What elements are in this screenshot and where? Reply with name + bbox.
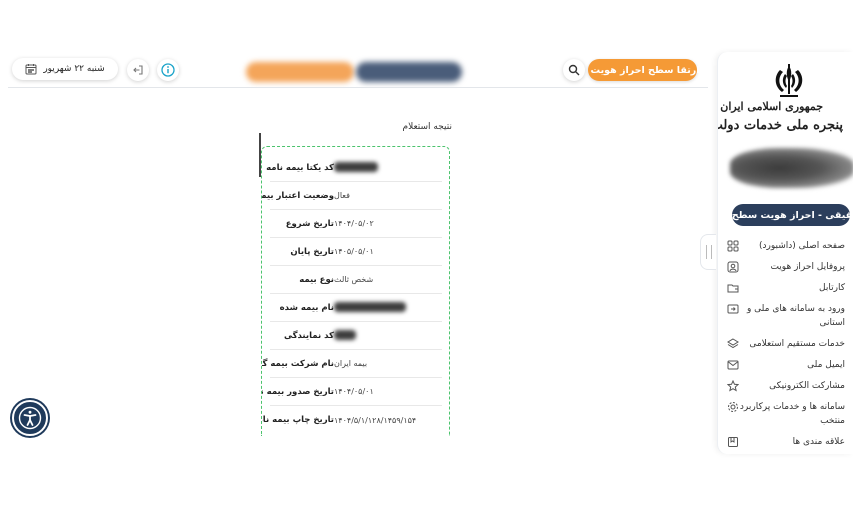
redacted-value — [334, 329, 356, 340]
profile-icon — [727, 261, 739, 273]
row-key: نام بیمه شده — [279, 302, 334, 313]
row-value — [334, 161, 388, 174]
sidebar-item-label: سامانه ها و خدمات پرکاربرد منتخب — [739, 402, 845, 426]
table-row: کد نمایندگی — [270, 322, 442, 350]
user-name-redacted — [730, 148, 853, 188]
date-text: شنبه ۲۲ شهریور — [43, 64, 105, 74]
sidebar-item-national-email[interactable]: ایمیل ملی — [718, 358, 853, 372]
star-icon — [727, 380, 739, 392]
table-row: تاریخ چاپ بیمه نامه ۱۴۰۴/۵/۱/۱۲۸/۱۴۵۹/۱۵… — [262, 406, 442, 434]
brand-title-line1: جمهوری اسلامی ایران — [720, 100, 823, 113]
topbar-divider — [8, 87, 708, 88]
sidebar-item-inbox[interactable]: کارتابل — [718, 281, 853, 295]
search-button[interactable] — [563, 59, 585, 81]
dashboard-icon — [727, 240, 739, 252]
iran-emblem-icon — [775, 64, 803, 97]
result-title: نتیجه استعلام — [402, 122, 452, 132]
inquiry-result-box: کد یکتا بیمه نامه وضعیت اعتبار بیمه نامه… — [261, 146, 450, 436]
row-key: نام شرکت بیمه گر — [261, 358, 334, 369]
upgrade-label: ارتقا سطح احراز هویت — [590, 64, 700, 76]
logout-button[interactable] — [127, 59, 149, 81]
sidebar-item-label: مشارکت الکترونیکی — [769, 381, 845, 391]
table-row: نام بیمه شده — [270, 294, 442, 322]
sidebar-item-label: ایمیل ملی — [807, 360, 845, 370]
identity-level-badge[interactable]: حقیقی - احراز هویت سطح ۲ — [723, 204, 853, 226]
search-icon — [568, 64, 580, 76]
sidebar-item-label: کارتابل — [819, 283, 845, 293]
row-value — [334, 301, 416, 314]
calendar-icon — [25, 64, 37, 75]
sidebar-item-e-participation[interactable]: مشارکت الکترونیکی — [718, 379, 853, 393]
sidebar-item-label: خدمات مستقیم استعلامی — [749, 339, 845, 349]
sidebar-collapse-handle[interactable] — [700, 234, 716, 270]
row-value: ۱۴۰۴/۵/۱/۱۲۸/۱۴۵۹/۱۵۴ — [334, 415, 417, 425]
sidebar-item-popular-services[interactable]: سامانه ها و خدمات پرکاربرد منتخب — [718, 400, 853, 428]
upgrade-identity-level-button[interactable]: ارتقا سطح احراز هویت — [588, 59, 700, 81]
blurred-element — [356, 62, 462, 82]
table-row: تاریخ پایان ۱۴۰۵/۰۵/۰۱ — [270, 238, 442, 266]
blurred-element — [246, 62, 354, 82]
row-key: تاریخ چاپ بیمه نامه — [262, 415, 334, 425]
bookmark-icon — [728, 437, 738, 447]
table-row: نام شرکت بیمه گر بیمه ایران — [261, 350, 442, 378]
sidebar-item-inquiry-services[interactable]: خدمات مستقیم استعلامی — [718, 337, 853, 351]
sidebar-item-dashboard[interactable]: صفحه اصلی (داشبورد) — [718, 239, 853, 253]
table-row: تاریخ شروع ۱۴۰۴/۰۵/۰۲ — [270, 210, 442, 238]
sidebar-item-label: پروفایل احراز هویت — [770, 262, 845, 272]
redacted-value — [334, 161, 378, 172]
sidebar-item-label: علاقه مندی ها — [792, 437, 845, 447]
row-value: ۱۴۰۴/۰۵/۰۲ — [334, 219, 374, 228]
brand-title-line2: پنجره ملی خدمات دولت هوشمند — [718, 118, 843, 133]
date-display: شنبه ۲۲ شهریور — [12, 58, 118, 80]
accessibility-icon — [18, 406, 42, 430]
row-key: وضعیت اعتبار بیمه نامه — [261, 190, 334, 201]
email-icon — [727, 360, 739, 370]
logout-icon — [133, 65, 143, 75]
table-row: کد یکتا بیمه نامه — [266, 154, 442, 182]
layers-icon — [727, 338, 739, 349]
sidebar-item-national-systems[interactable]: ورود به سامانه های ملی و استانی — [718, 302, 853, 330]
sidebar-item-favorites[interactable]: علاقه مندی ها — [718, 435, 853, 449]
settings-icon — [728, 402, 738, 412]
sidebar-item-label: صفحه اصلی (داشبورد) — [759, 241, 845, 251]
row-key: نوع بیمه — [299, 274, 334, 285]
row-value: بیمه ایران — [334, 359, 368, 368]
row-value: ۱۴۰۴/۰۵/۰۱ — [334, 387, 374, 396]
redacted-value — [334, 301, 406, 312]
row-value: ۱۴۰۵/۰۵/۰۱ — [334, 247, 374, 256]
row-key: تاریخ صدور بیمه نامه — [262, 386, 334, 397]
sidebar-nav: صفحه اصلی (داشبورد) پروفایل احراز هویت ک… — [718, 239, 853, 454]
row-value — [334, 329, 366, 342]
table-row: وضعیت اعتبار بیمه نامه فعال — [261, 182, 442, 210]
row-key: کد یکتا بیمه نامه — [266, 162, 334, 173]
inbox-icon — [727, 284, 739, 293]
row-value: فعال — [334, 191, 350, 200]
row-key: کد نمایندگی — [283, 330, 334, 341]
row-key: تاریخ شروع — [285, 218, 334, 229]
row-value: شخص ثالث — [334, 275, 374, 284]
table-row: تاریخ صدور بیمه نامه ۱۴۰۴/۰۵/۰۱ — [262, 378, 442, 406]
info-icon — [161, 63, 175, 77]
table-row: نوع بیمه شخص ثالث — [270, 266, 442, 294]
sidebar-item-profile[interactable]: پروفایل احراز هویت — [718, 260, 853, 274]
login-systems-icon — [727, 304, 739, 314]
sidebar-item-label: ورود به سامانه های ملی و استانی — [746, 304, 845, 328]
sidebar: جمهوری اسلامی ایران پنجره ملی خدمات دولت… — [717, 52, 853, 454]
info-button[interactable] — [157, 59, 179, 81]
accessibility-button[interactable] — [12, 400, 48, 436]
row-key: تاریخ پایان — [290, 246, 334, 257]
